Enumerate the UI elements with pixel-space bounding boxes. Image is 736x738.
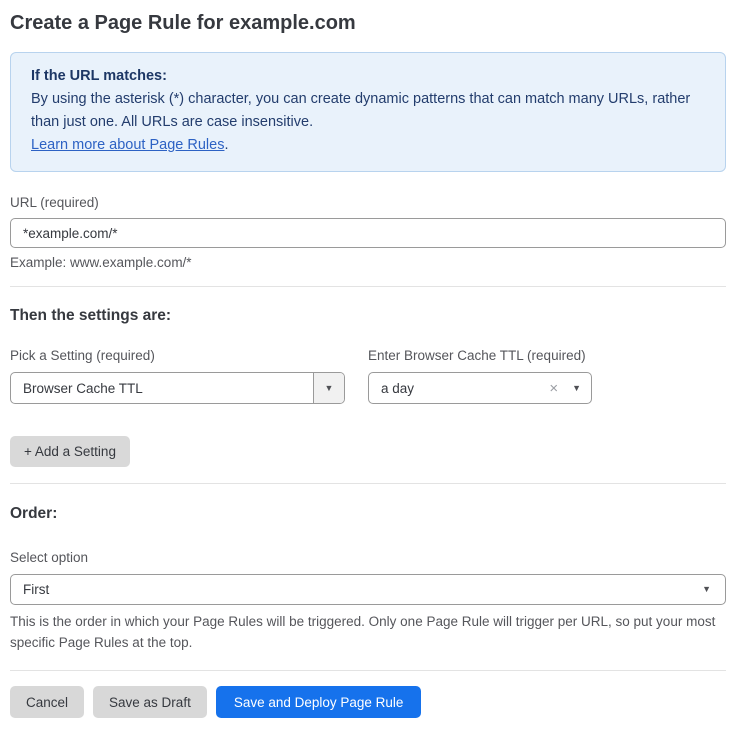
order-description: This is the order in which your Page Rul… — [10, 611, 726, 653]
link-suffix: . — [224, 137, 228, 153]
cancel-button[interactable]: Cancel — [10, 686, 84, 718]
clear-icon[interactable]: × — [549, 381, 558, 396]
ttl-picker-column: Enter Browser Cache TTL (required) a day… — [368, 347, 592, 404]
order-select[interactable]: First ▼ — [10, 574, 726, 605]
setting-picker-label: Pick a Setting (required) — [10, 347, 345, 364]
chevron-down-icon: ▼ — [325, 384, 334, 393]
ttl-picker-label: Enter Browser Cache TTL (required) — [368, 347, 592, 364]
save-and-deploy-button[interactable]: Save and Deploy Page Rule — [216, 686, 422, 718]
info-box-link-line: Learn more about Page Rules. — [31, 134, 705, 157]
info-box-heading: If the URL matches: — [31, 65, 705, 88]
ttl-picker-value: a day — [381, 381, 549, 396]
divider — [10, 286, 726, 287]
divider — [10, 483, 726, 484]
page-title: Create a Page Rule for example.com — [10, 10, 726, 37]
setting-picker-arrow-section[interactable]: ▼ — [313, 373, 344, 403]
add-setting-button[interactable]: + Add a Setting — [10, 436, 130, 467]
order-section-heading: Order: — [10, 505, 726, 523]
setting-picker-value: Browser Cache TTL — [11, 373, 313, 403]
divider — [10, 670, 726, 671]
save-as-draft-button[interactable]: Save as Draft — [93, 686, 207, 718]
chevron-down-icon: ▼ — [572, 384, 581, 393]
url-example-hint: Example: www.example.com/* — [10, 255, 726, 270]
url-input[interactable] — [10, 218, 726, 248]
settings-row: Pick a Setting (required) Browser Cache … — [10, 347, 726, 404]
footer-actions: Cancel Save as Draft Save and Deploy Pag… — [10, 686, 726, 718]
url-match-info-box: If the URL matches: By using the asteris… — [10, 52, 726, 172]
learn-more-link[interactable]: Learn more about Page Rules — [31, 137, 224, 153]
order-select-value: First — [23, 582, 702, 597]
info-box-body: By using the asterisk (*) character, you… — [31, 88, 705, 134]
create-page-rule-form: Create a Page Rule for example.com If th… — [0, 0, 736, 738]
order-select-label: Select option — [10, 549, 726, 566]
settings-section-heading: Then the settings are: — [10, 307, 726, 325]
setting-picker-select[interactable]: Browser Cache TTL ▼ — [10, 372, 345, 404]
ttl-picker-select[interactable]: a day × ▼ — [368, 372, 592, 404]
chevron-down-icon: ▼ — [702, 585, 711, 594]
url-field-label: URL (required) — [10, 194, 726, 211]
setting-picker-column: Pick a Setting (required) Browser Cache … — [10, 347, 345, 404]
